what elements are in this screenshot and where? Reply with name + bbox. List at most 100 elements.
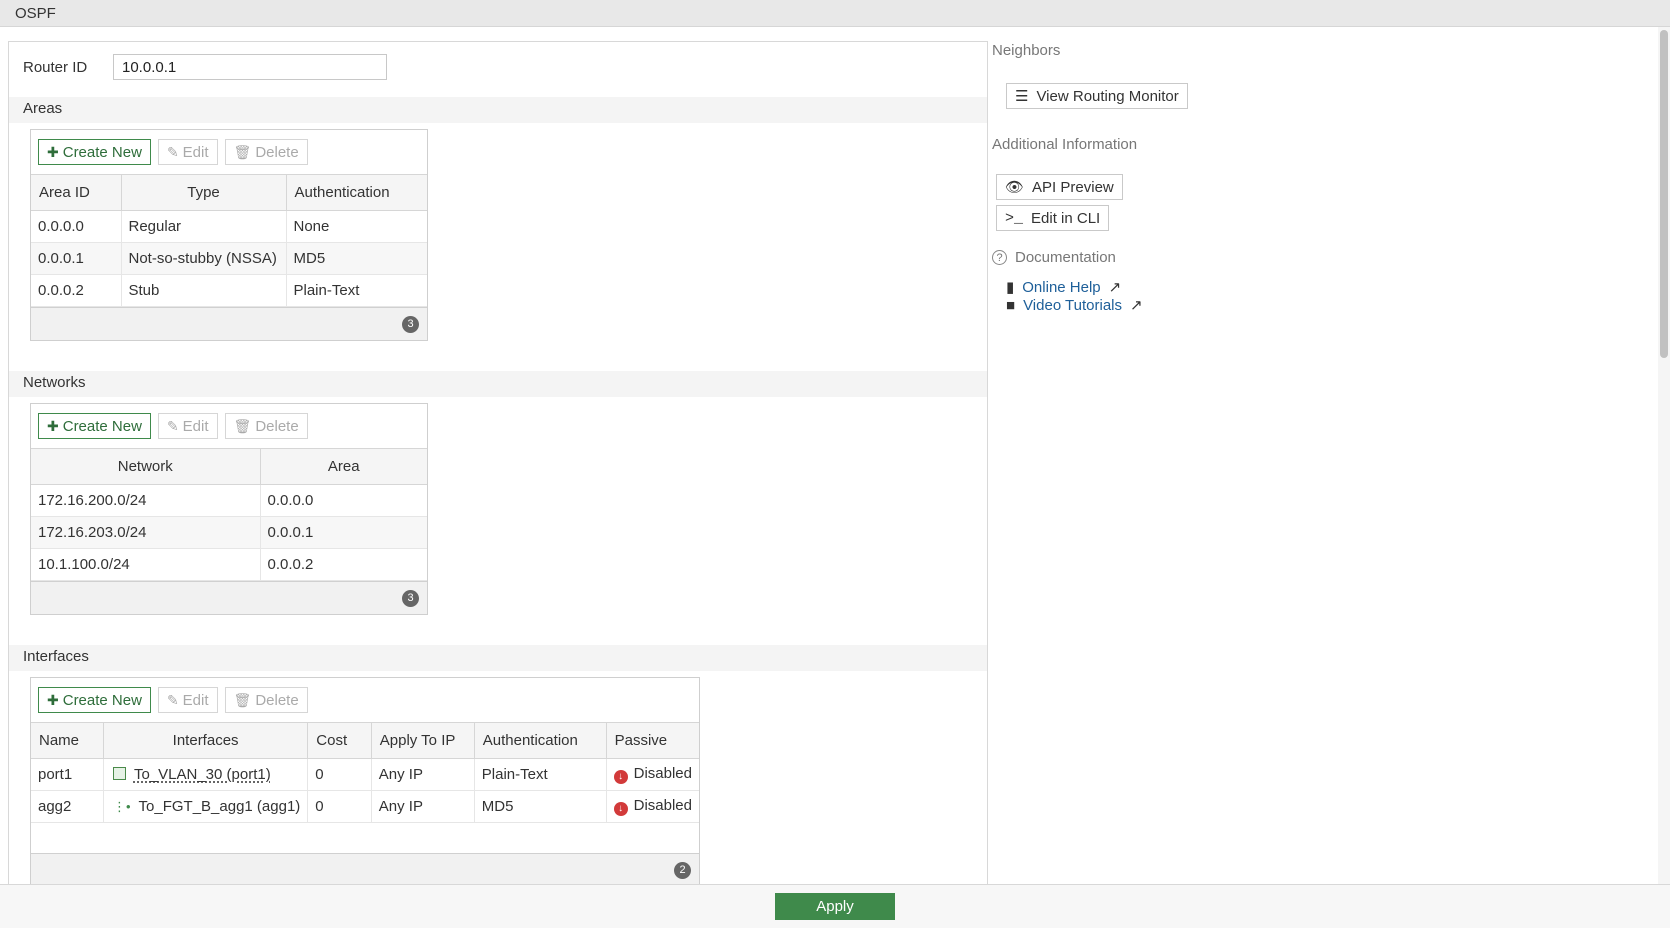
external-link-icon: ↗ — [1130, 297, 1143, 314]
video-camera-icon: ■ — [1006, 296, 1016, 314]
edit-label: Edit — [182, 143, 209, 161]
column-header[interactable]: Passive — [606, 722, 699, 759]
create-new-label: Create New — [62, 417, 142, 435]
plus-icon: ✚ — [47, 417, 59, 434]
area-type-cell: Not-so-stubby (NSSA) — [121, 242, 287, 275]
delete-label: Delete — [255, 143, 299, 161]
column-header[interactable]: Authentication — [474, 722, 607, 759]
video-tutorials-link[interactable]: Video Tutorials — [1023, 297, 1122, 314]
areas-header: Areas — [23, 100, 63, 117]
areas-table-footer: 3 — [31, 307, 427, 340]
networks-delete-button[interactable]: 🗑 Delete — [224, 413, 308, 439]
api-preview-button[interactable]: 👁 API Preview — [996, 174, 1123, 200]
area-id-cell: 0.0.0.2 — [31, 274, 122, 307]
interface-label[interactable]: To_FGT_B_agg1 (agg1) — [139, 798, 301, 815]
disabled-icon: ↓ — [613, 770, 628, 784]
areas-create-new-button[interactable]: ✚ Create New — [38, 139, 151, 165]
column-header[interactable]: Cost — [307, 722, 372, 759]
network-area-cell: 0.0.0.1 — [260, 516, 427, 549]
column-header[interactable]: Apply To IP — [371, 722, 475, 759]
documentation-header: ? Documentation — [992, 249, 1116, 266]
neighbors-title: Neighbors — [992, 42, 1061, 59]
network-cell: 172.16.203.0/24 — [31, 516, 261, 549]
area-type-cell: Regular — [121, 210, 287, 243]
trash-icon: 🗑 — [233, 417, 252, 434]
disabled-icon: ↓ — [613, 802, 628, 816]
router-id-input[interactable] — [113, 54, 387, 80]
trash-icon: 🗑 — [233, 691, 252, 708]
online-help-row: ▮ Online Help ↗ — [1006, 278, 1122, 297]
areas-section-header: Areas — [9, 97, 987, 123]
column-header[interactable]: Name — [31, 722, 104, 759]
areas-toolbar: ✚ Create New ✎ Edit 🗑 Delete — [31, 130, 427, 174]
delete-label: Delete — [255, 691, 299, 709]
pencil-icon: ✎ — [166, 691, 179, 708]
column-header[interactable]: Type — [121, 174, 287, 211]
network-cell: 172.16.200.0/24 — [31, 484, 261, 517]
table-row[interactable]: 172.16.200.0/24 0.0.0.0 — [31, 484, 427, 517]
list-icon: ☰ — [1015, 88, 1029, 105]
api-preview-label: API Preview — [1032, 178, 1114, 196]
interfaces-edit-button[interactable]: ✎ Edit — [157, 687, 218, 713]
additional-info-title: Additional Information — [992, 136, 1138, 153]
table-row[interactable]: 10.1.100.0/24 0.0.0.2 — [31, 548, 427, 581]
edit-in-cli-button[interactable]: >_ Edit in CLI — [996, 205, 1110, 231]
online-help-link[interactable]: Online Help — [1022, 279, 1100, 296]
aggregate-icon: ⋮• — [112, 799, 131, 814]
external-link-icon: ↗ — [1108, 279, 1122, 296]
view-routing-monitor-label: View Routing Monitor — [1036, 87, 1179, 105]
networks-header: Networks — [23, 374, 86, 391]
networks-edit-button[interactable]: ✎ Edit — [157, 413, 218, 439]
interfaces-section-header: Interfaces — [9, 645, 987, 671]
intf-interface-cell: ⋮• To_FGT_B_agg1 (agg1) — [103, 790, 309, 823]
column-header[interactable]: Area — [260, 448, 427, 485]
intf-cost-cell: 0 — [307, 758, 372, 791]
intf-auth-cell: Plain-Text — [474, 758, 607, 791]
port-icon — [112, 767, 126, 780]
pencil-icon: ✎ — [166, 143, 179, 160]
table-row[interactable]: port1 To_VLAN_30 (port1) 0 Any IP Plain-… — [31, 758, 699, 791]
vertical-scrollbar[interactable] — [1658, 27, 1670, 887]
interface-link[interactable]: To_VLAN_30 (port1) — [134, 766, 271, 783]
router-id-label: Router ID — [23, 58, 88, 76]
main-panel: Router ID Areas ✚Create New ✎Edit 🗑Delet… — [8, 41, 988, 887]
areas-table: ✚ Create New ✎ Edit 🗑 Delete Area ID Type A… — [30, 129, 428, 341]
row-count-badge: 2 — [674, 862, 691, 879]
column-header[interactable]: Area ID — [31, 174, 122, 211]
areas-delete-button[interactable]: 🗑 Delete — [224, 139, 308, 165]
column-header[interactable]: Interfaces — [103, 722, 309, 759]
table-row[interactable]: 0.0.0.1 Not-so-stubby (NSSA) MD5 — [31, 242, 427, 275]
intf-auth-cell: MD5 — [474, 790, 607, 823]
area-id-cell: 0.0.0.1 — [31, 242, 122, 275]
areas-edit-button[interactable]: ✎ Edit — [157, 139, 218, 165]
pencil-icon: ✎ — [166, 417, 179, 434]
scrollbar-thumb[interactable] — [1660, 30, 1668, 358]
create-new-label: Create New — [62, 691, 142, 709]
page-title-bar: OSPF — [0, 0, 1670, 27]
column-header[interactable]: Network — [31, 448, 261, 485]
interfaces-create-new-button[interactable]: ✚ Create New — [38, 687, 151, 713]
area-auth-cell: MD5 — [286, 242, 427, 275]
intf-passive-cell: ↓ Disabled — [606, 790, 699, 823]
page-title: OSPF — [15, 5, 56, 22]
network-area-cell: 0.0.0.0 — [260, 484, 427, 517]
edit-in-cli-label: Edit in CLI — [1031, 209, 1101, 227]
networks-table: ✚ Create New ✎ Edit 🗑 Delete Network Area 1… — [30, 403, 428, 615]
area-auth-cell: Plain-Text — [286, 274, 427, 307]
table-row[interactable]: 0.0.0.2 Stub Plain-Text — [31, 274, 427, 307]
view-routing-monitor-button[interactable]: ☰ View Routing Monitor — [1006, 83, 1188, 109]
table-row[interactable]: 172.16.203.0/24 0.0.0.1 — [31, 516, 427, 549]
intf-name-cell: port1 — [31, 758, 104, 791]
interfaces-table-footer: 2 — [31, 853, 699, 886]
networks-create-new-button[interactable]: ✚ Create New — [38, 413, 151, 439]
apply-button[interactable]: Apply — [775, 893, 895, 920]
column-header[interactable]: Authentication — [286, 174, 427, 211]
table-row[interactable]: 0.0.0.0 Regular None — [31, 210, 427, 243]
eye-icon: 👁 — [1005, 179, 1025, 196]
interfaces-delete-button[interactable]: 🗑 Delete — [224, 687, 308, 713]
intf-passive-cell: ↓ Disabled — [606, 758, 699, 791]
table-row[interactable]: agg2 ⋮• To_FGT_B_agg1 (agg1) 0 Any IP MD5… — [31, 790, 699, 823]
terminal-icon: >_ — [1005, 209, 1024, 227]
interfaces-table: ✚ Create New ✎ Edit 🗑 Delete Name Interface… — [30, 677, 700, 887]
bottom-action-bar: Apply — [0, 884, 1670, 928]
